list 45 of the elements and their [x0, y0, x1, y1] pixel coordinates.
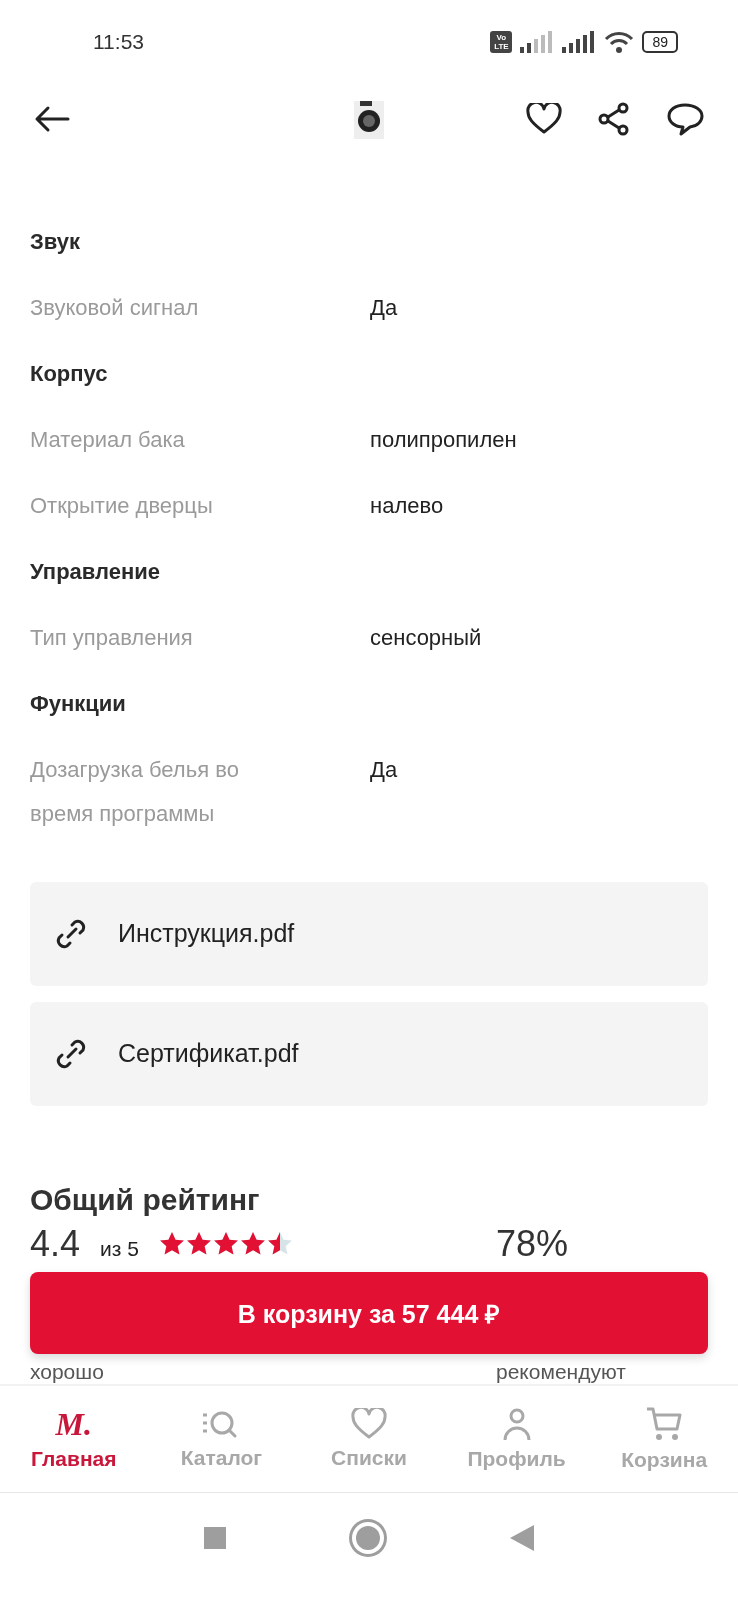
- wifi-icon: [604, 31, 635, 54]
- status-time: 11:53: [93, 30, 144, 55]
- spec-label: Материал бака: [30, 425, 186, 454]
- heart-icon[interactable]: [526, 103, 562, 136]
- spec-label: Звуковой сигнал: [30, 293, 200, 322]
- rating-scale: из 5: [100, 1236, 139, 1261]
- section-heading: Функции: [30, 689, 127, 718]
- star-icon: [185, 1230, 212, 1257]
- heart-icon: [351, 1408, 387, 1441]
- document-link[interactable]: Сертификат.pdf: [30, 1001, 708, 1106]
- section-heading: Управление: [30, 557, 161, 586]
- logo-icon: М.: [55, 1407, 92, 1442]
- cart-icon: [646, 1406, 683, 1443]
- rating-title: Общий рейтинг: [30, 1181, 261, 1218]
- recommend-label: рекомендуют: [496, 1359, 626, 1384]
- recommend-percent: 78%: [496, 1223, 569, 1264]
- battery-icon: 89: [642, 31, 678, 54]
- spec-label: Тип управления: [30, 623, 194, 652]
- spec-value: сенсорный: [370, 623, 482, 652]
- rating-verdict: хорошо: [30, 1359, 105, 1384]
- share-icon[interactable]: [598, 102, 630, 137]
- spec-value: Да: [370, 755, 398, 784]
- signal-icon: [520, 31, 555, 54]
- section-heading: Звук: [30, 227, 81, 256]
- spec-label: Дозагрузка белья во время программы: [30, 755, 240, 828]
- person-icon: [501, 1407, 532, 1442]
- back-arrow-icon[interactable]: [34, 105, 70, 134]
- rating-score: 4.4: [30, 1223, 81, 1264]
- section-heading: Корпус: [30, 359, 109, 388]
- spec-value: Да: [370, 293, 398, 322]
- back-icon[interactable]: [510, 1524, 534, 1551]
- document-link[interactable]: Инструкция.pdf: [30, 881, 708, 986]
- star-icon: [266, 1230, 293, 1257]
- star-icon: [212, 1230, 239, 1257]
- spec-label: Открытие дверцы: [30, 491, 214, 520]
- nav-tab[interactable]: М. Главная: [3, 1407, 144, 1472]
- spec-value: полипропилен: [370, 425, 517, 454]
- chat-icon[interactable]: [666, 102, 704, 137]
- add-to-cart-button[interactable]: В корзину за 57 444 ₽: [30, 1271, 708, 1354]
- star-icon: [239, 1230, 266, 1257]
- signal-icon: [562, 31, 597, 54]
- volte-badge: Vo LTE: [490, 31, 513, 54]
- spec-value: налево: [370, 491, 444, 520]
- recent-apps-icon[interactable]: [204, 1526, 226, 1549]
- star-icon: [158, 1230, 185, 1257]
